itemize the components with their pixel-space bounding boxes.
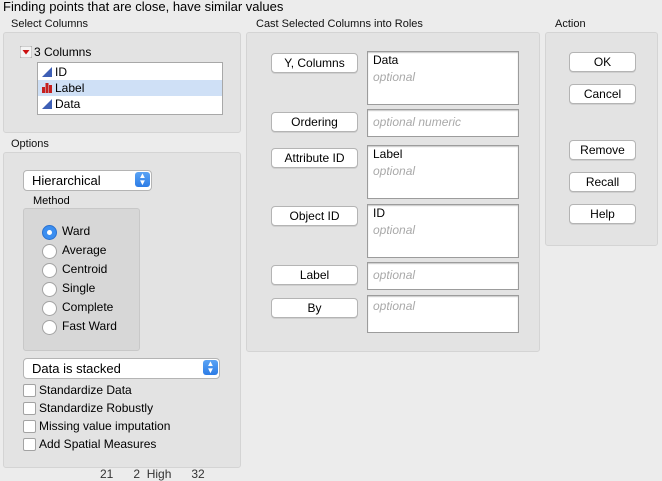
remove-button[interactable]: Remove: [569, 140, 636, 160]
method-radio-centroid[interactable]: Centroid: [42, 262, 132, 279]
by-role-box[interactable]: optional: [367, 295, 519, 333]
attribute-id-button[interactable]: Attribute ID: [271, 148, 358, 168]
method-option-label: Ward: [62, 224, 91, 238]
role-value: ID: [373, 206, 385, 220]
data-format-value: Data is stacked: [32, 361, 121, 376]
checkbox[interactable]: [23, 402, 36, 415]
role-value: Label: [373, 147, 403, 161]
checkbox[interactable]: [23, 438, 36, 451]
role-placeholder: optional: [373, 268, 416, 282]
chevron-updown-icon: ▲ ▼: [203, 360, 218, 375]
method-option-label: Complete: [62, 300, 114, 314]
role-placeholder: optional: [373, 164, 416, 178]
select-columns-label: Select Columns: [11, 18, 89, 30]
data-format-select[interactable]: Data is stacked ▲ ▼: [23, 358, 220, 379]
radio-button[interactable]: [42, 320, 57, 335]
action-label: Action: [555, 18, 586, 30]
continuous-column-icon: [42, 67, 52, 77]
attribute-id-role-box[interactable]: Label optional: [367, 145, 519, 199]
method-option-label: Centroid: [62, 262, 108, 276]
clustering-type-value: Hierarchical: [32, 173, 101, 188]
by-button[interactable]: By: [271, 298, 358, 318]
action-panel: OK Cancel Remove Recall Help: [545, 32, 658, 246]
select-columns-panel: 3 Columns ID Label Data: [3, 32, 241, 133]
method-group: Ward Average Centroid Single Complete Fa…: [23, 208, 140, 351]
dialog-title: Finding points that are close, have simi…: [3, 0, 284, 14]
role-placeholder: optional: [373, 299, 416, 313]
red-triangle-menu-icon[interactable]: [19, 45, 33, 59]
role-placeholder: optional: [373, 70, 416, 84]
method-option-label: Single: [62, 281, 96, 295]
checkbox-label: Add Spatial Measures: [39, 437, 157, 451]
chevron-updown-icon: ▲ ▼: [135, 172, 150, 187]
checkbox-add-spatial-measures[interactable]: Add Spatial Measures: [23, 437, 203, 453]
label-role-button[interactable]: Label: [271, 265, 358, 285]
checkbox-missing-value-imputation[interactable]: Missing value imputation: [23, 419, 203, 435]
cancel-button[interactable]: Cancel: [569, 84, 636, 104]
checkbox-standardize-robustly[interactable]: Standardize Robustly: [23, 401, 203, 417]
options-label: Options: [11, 138, 49, 150]
method-radio-fast-ward[interactable]: Fast Ward: [42, 319, 132, 336]
radio-button[interactable]: [42, 263, 57, 278]
checkbox-label: Missing value imputation: [39, 419, 171, 433]
role-value: Data: [373, 53, 399, 67]
columns-listbox[interactable]: ID Label Data: [37, 62, 223, 115]
radio-button[interactable]: [42, 244, 57, 259]
column-item-id[interactable]: ID: [38, 64, 222, 80]
method-option-label: Average: [62, 243, 107, 257]
clustering-type-select[interactable]: Hierarchical ▲ ▼: [23, 170, 152, 191]
method-radio-complete[interactable]: Complete: [42, 300, 132, 317]
nominal-column-icon: [42, 83, 52, 93]
column-item-label[interactable]: Label: [38, 80, 222, 96]
checkbox-label: Standardize Robustly: [39, 401, 154, 415]
radio-button[interactable]: [42, 282, 57, 297]
background-table-row: 21 2 High 32: [100, 467, 205, 481]
y-columns-role-box[interactable]: Data optional: [367, 51, 519, 105]
column-name: Data: [55, 97, 81, 111]
label-role-box[interactable]: optional: [367, 262, 519, 290]
continuous-column-icon: [42, 99, 52, 109]
method-radio-single[interactable]: Single: [42, 281, 132, 298]
method-option-label: Fast Ward: [62, 319, 117, 333]
options-panel: Hierarchical ▲ ▼ Method Ward Average Cent…: [3, 152, 241, 468]
ordering-button[interactable]: Ordering: [271, 112, 358, 132]
ordering-role-box[interactable]: optional numeric: [367, 109, 519, 137]
method-radio-ward[interactable]: Ward: [42, 224, 132, 241]
method-radio-average[interactable]: Average: [42, 243, 132, 260]
checkbox[interactable]: [23, 420, 36, 433]
role-placeholder: optional: [373, 223, 416, 237]
radio-button[interactable]: [42, 225, 57, 240]
method-label: Method: [33, 195, 70, 207]
roles-panel: Y, Columns Data optional Ordering option…: [246, 32, 540, 352]
checkbox-label: Standardize Data: [39, 383, 132, 397]
ok-button[interactable]: OK: [569, 52, 636, 72]
checkbox-standardize-data[interactable]: Standardize Data: [23, 383, 203, 399]
help-button[interactable]: Help: [569, 204, 636, 224]
column-name: Label: [55, 81, 85, 95]
radio-button[interactable]: [42, 301, 57, 316]
roles-label: Cast Selected Columns into Roles: [256, 18, 423, 30]
role-placeholder: optional numeric: [373, 115, 462, 129]
object-id-button[interactable]: Object ID: [271, 206, 358, 226]
object-id-role-box[interactable]: ID optional: [367, 204, 519, 258]
recall-button[interactable]: Recall: [569, 172, 636, 192]
column-item-data[interactable]: Data: [38, 96, 222, 112]
y-columns-button[interactable]: Y, Columns: [271, 53, 358, 73]
checkbox[interactable]: [23, 384, 36, 397]
column-name: ID: [55, 65, 67, 79]
column-count-label: 3 Columns: [34, 45, 92, 59]
